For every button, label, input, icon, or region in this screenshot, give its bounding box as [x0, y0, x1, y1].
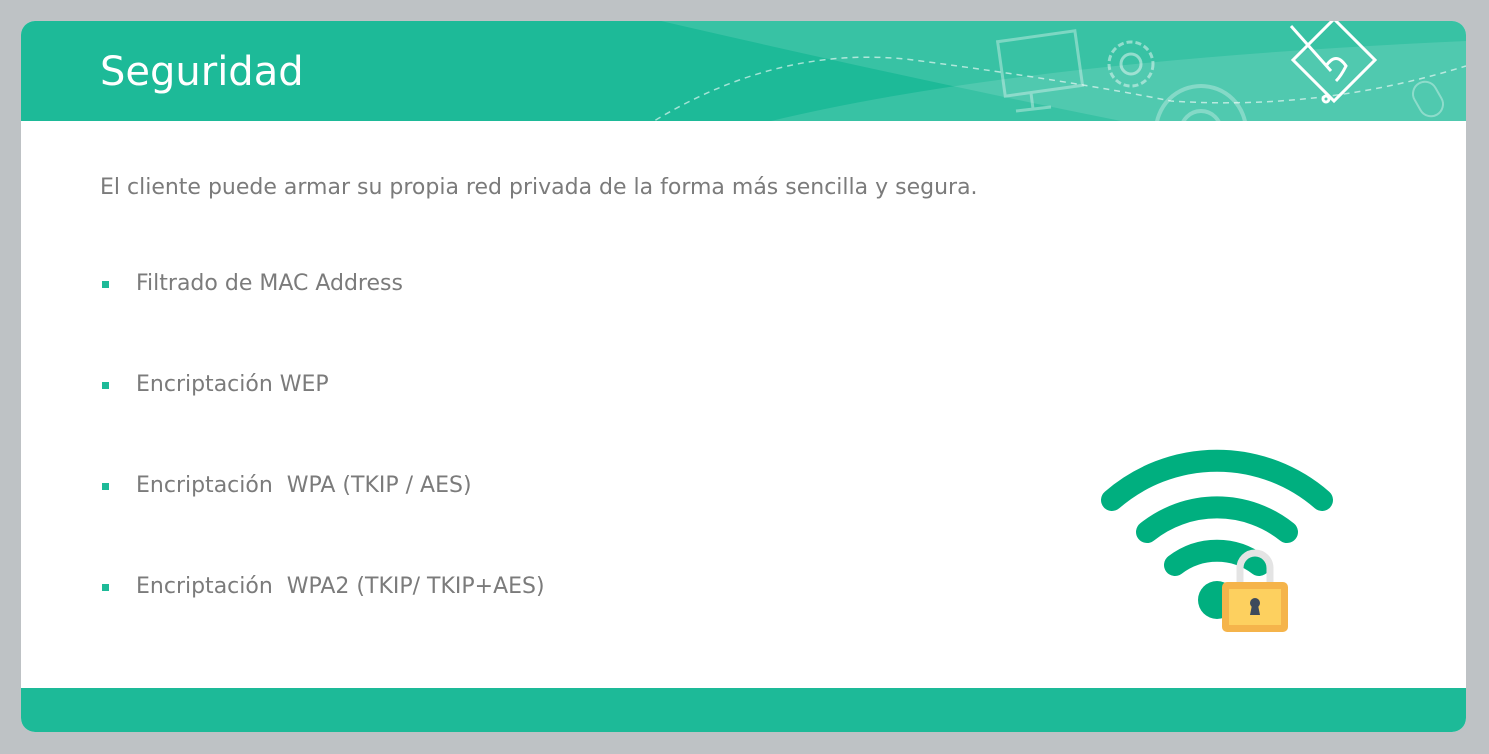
slide: Seguridad El cliente puede armar su prop…	[21, 21, 1466, 732]
slide-footer	[21, 688, 1466, 732]
wifi-lock-icon	[1101, 449, 1333, 632]
